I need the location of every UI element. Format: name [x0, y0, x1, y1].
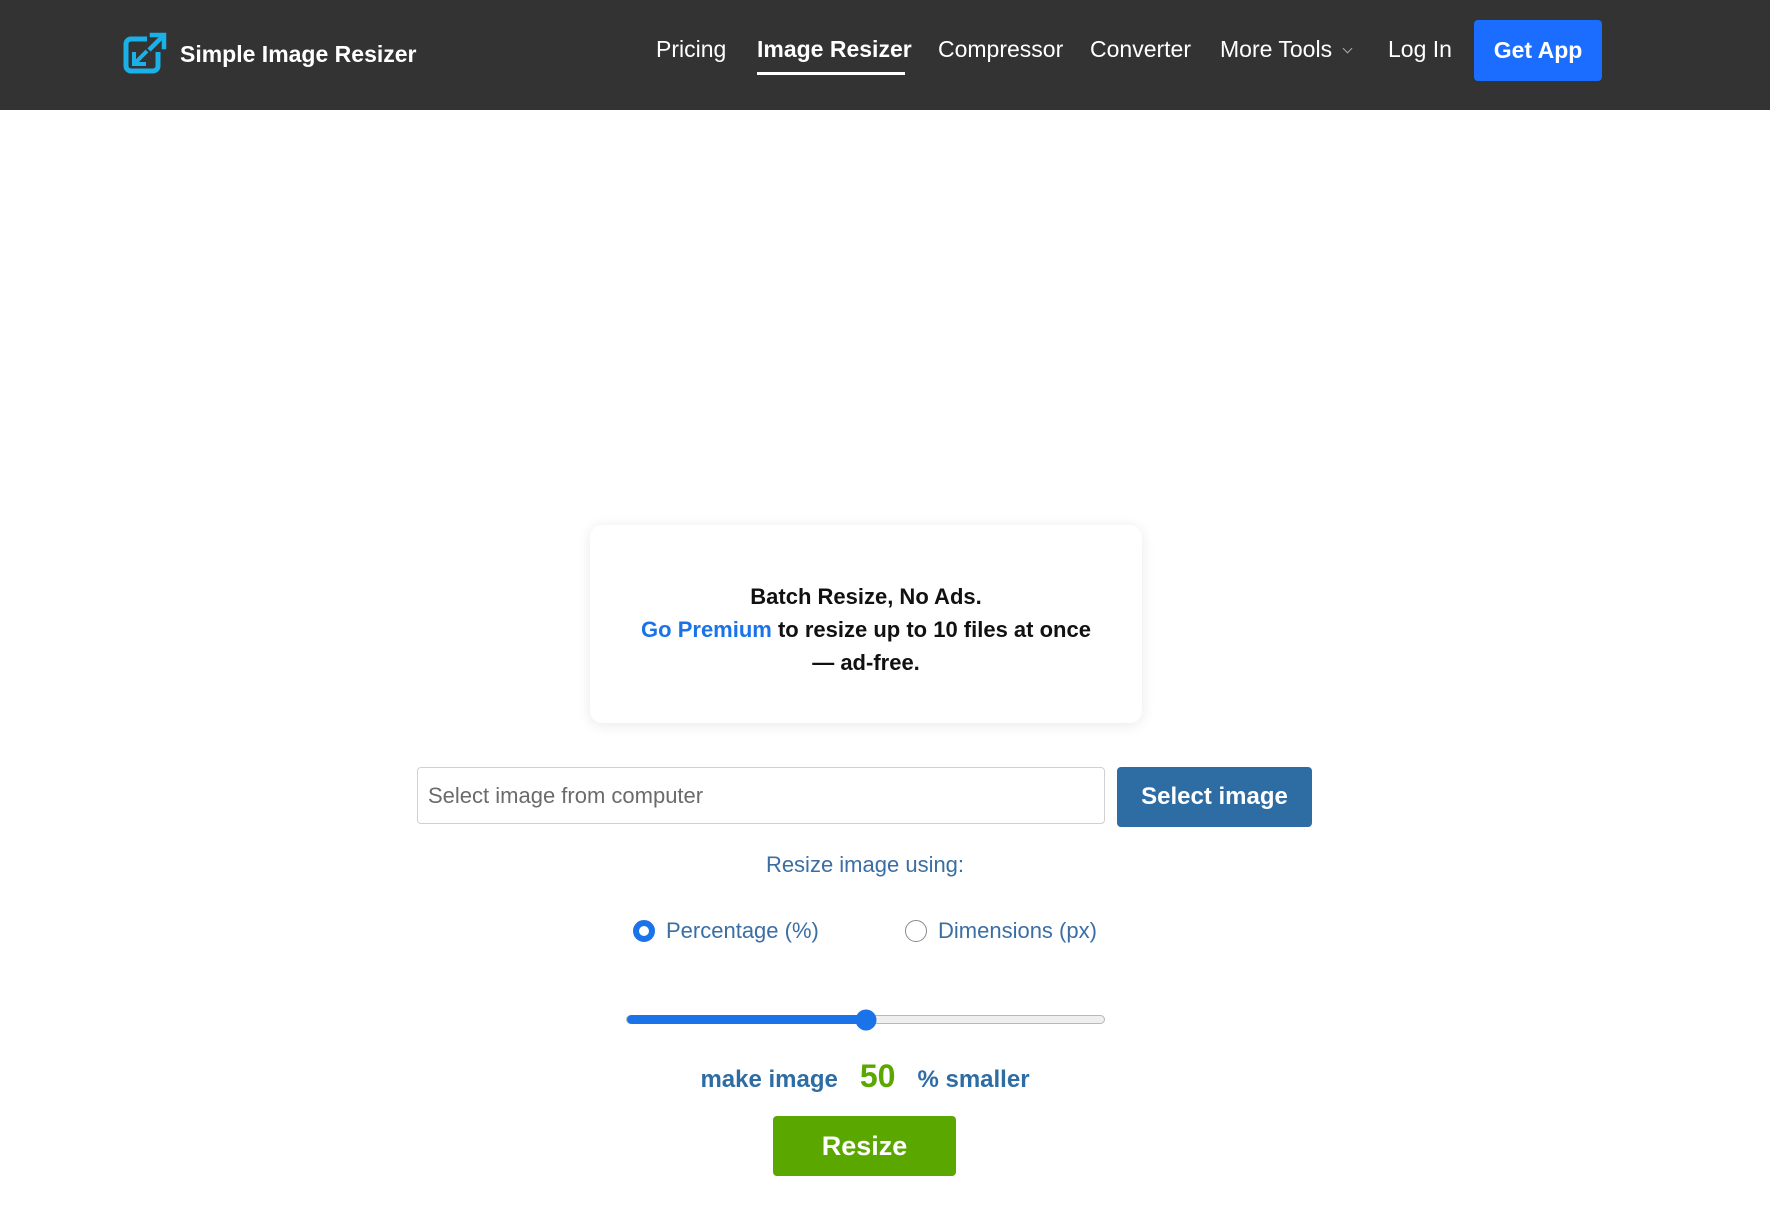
- resize-button[interactable]: Resize: [773, 1116, 956, 1176]
- nav-login[interactable]: Log In: [1388, 36, 1452, 63]
- nav-pricing[interactable]: Pricing: [656, 36, 726, 63]
- nav-more-tools-label: More Tools: [1220, 36, 1332, 62]
- promo-body-text: to resize up to 10 files at once: [772, 617, 1091, 642]
- nav-image-resizer[interactable]: Image Resizer: [757, 36, 912, 63]
- percentage-option[interactable]: Percentage (%): [633, 917, 819, 945]
- slider-fill: [627, 1015, 866, 1024]
- dimensions-label: Dimensions (px): [938, 918, 1097, 944]
- nav-converter[interactable]: Converter: [1090, 36, 1191, 63]
- brand-logo-link[interactable]: Simple Image Resizer: [123, 32, 417, 76]
- premium-promo-card: Batch Resize, No Ads. Go Premium to resi…: [590, 525, 1142, 723]
- result-percentage-value: 50: [860, 1058, 896, 1094]
- dimensions-radio[interactable]: [905, 920, 927, 942]
- brand-name: Simple Image Resizer: [180, 41, 417, 68]
- resize-summary: make image 50 % smaller: [0, 1058, 1730, 1095]
- percentage-label: Percentage (%): [666, 918, 819, 944]
- resize-arrow-icon: [123, 32, 167, 76]
- nav-compressor[interactable]: Compressor: [938, 36, 1063, 63]
- nav-more-tools[interactable]: More Tools: [1220, 36, 1351, 63]
- select-image-button[interactable]: Select image: [1117, 767, 1312, 827]
- slider-thumb[interactable]: [855, 1009, 876, 1030]
- result-suffix: % smaller: [917, 1066, 1029, 1093]
- dimensions-option[interactable]: Dimensions (px): [905, 917, 1097, 945]
- go-premium-link[interactable]: Go Premium: [641, 617, 772, 642]
- promo-body: Go Premium to resize up to 10 files at o…: [590, 613, 1142, 646]
- promo-headline: Batch Resize, No Ads.: [590, 580, 1142, 613]
- top-navigation-bar: Simple Image Resizer Pricing Image Resiz…: [0, 0, 1770, 110]
- promo-body-line-2: — ad-free.: [590, 646, 1142, 679]
- file-path-input[interactable]: [417, 767, 1105, 824]
- get-app-button[interactable]: Get App: [1474, 20, 1602, 81]
- percentage-radio[interactable]: [633, 920, 655, 942]
- resize-mode-label: Resize image using:: [0, 852, 1730, 878]
- resize-percentage-slider[interactable]: [626, 1015, 1105, 1024]
- active-nav-indicator: [757, 72, 905, 75]
- chevron-down-icon: [1343, 44, 1353, 54]
- result-prefix: make image: [700, 1066, 837, 1093]
